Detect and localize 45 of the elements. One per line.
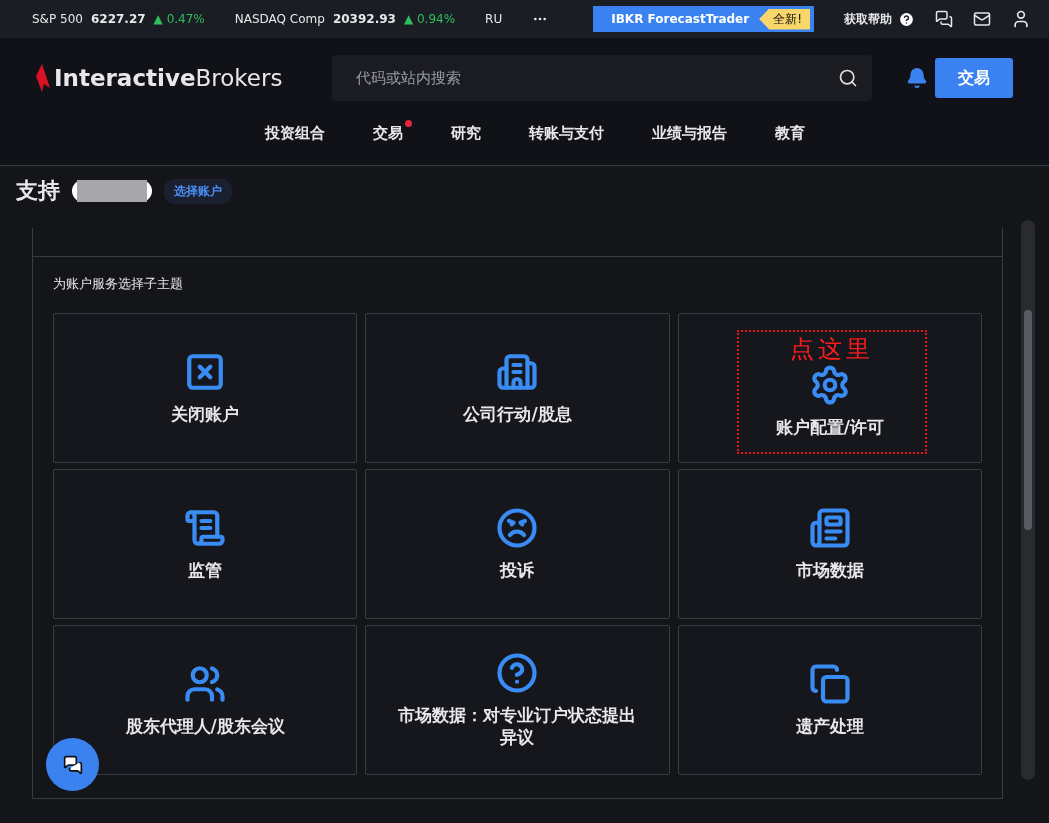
nav-item[interactable]: 转账与支付 [528, 120, 613, 143]
user-icon[interactable] [1011, 9, 1031, 29]
ticker-name: S&P 500 [32, 12, 83, 26]
nav-item[interactable]: 投资组合 [264, 120, 334, 143]
subtitle: 为账户服务选择子主题 [53, 275, 184, 293]
help-icon[interactable] [898, 10, 915, 28]
topic-tile[interactable]: 市场数据：对专业订户状态提出异议 [365, 625, 670, 775]
ticker-change: ▲ 0.47% [153, 12, 205, 26]
nav-item[interactable]: 研究 [450, 120, 490, 143]
chat-button[interactable] [46, 738, 99, 791]
topic-tile[interactable]: 市场数据 [677, 469, 982, 619]
promo-banner[interactable]: IBKR ForecastTrader 全新! [593, 6, 814, 32]
trade-button[interactable]: 交易 [935, 58, 1013, 98]
topic-tile[interactable]: 股东代理人/股东会议 [53, 625, 358, 775]
ticker-value: 20392.93 [332, 12, 396, 26]
angry-face-icon [496, 506, 539, 549]
chat-icon[interactable] [935, 10, 953, 28]
topic-tile[interactable]: 遗产处理 [677, 625, 982, 775]
topic-tile[interactable]: 关闭账户 [53, 313, 358, 463]
copy-icon [808, 662, 851, 705]
scrollbar[interactable] [1021, 220, 1035, 780]
nav-item[interactable]: 教育 [774, 120, 814, 143]
topic-tile[interactable]: 点这里 账户配置/许可 [677, 313, 982, 463]
search-icon[interactable] [838, 68, 858, 88]
annotation-text: 点这里 [789, 335, 874, 363]
ticker-value: 6227.27 [90, 12, 146, 26]
select-account-button[interactable]: 选择账户 [164, 178, 232, 204]
topic-tile[interactable]: 投诉 [365, 469, 670, 619]
nav-item[interactable]: 业绩与报告 [651, 120, 736, 143]
ticker-change: ▲ 0.94% [403, 12, 456, 26]
help-icon [496, 651, 539, 694]
logo[interactable]: InteractiveBrokers [32, 64, 332, 92]
nav-item[interactable]: 交易 [372, 120, 412, 143]
ticker-name: NASDAQ Comp [234, 12, 325, 26]
topic-tile[interactable]: 公司行动/股息 [365, 313, 670, 463]
newspaper-icon [808, 506, 851, 549]
ticker-name: RU [485, 12, 503, 26]
chat-icon [62, 754, 83, 775]
topic-tile[interactable]: 监管 [53, 469, 358, 619]
page-title: 支持 [16, 177, 60, 205]
mail-icon[interactable] [973, 10, 991, 28]
help-link[interactable]: 获取帮助 [844, 10, 892, 28]
new-badge: 全新! [759, 8, 810, 30]
search-field[interactable]: 代码或站内搜索 [332, 55, 872, 101]
bell-icon[interactable] [906, 67, 928, 89]
